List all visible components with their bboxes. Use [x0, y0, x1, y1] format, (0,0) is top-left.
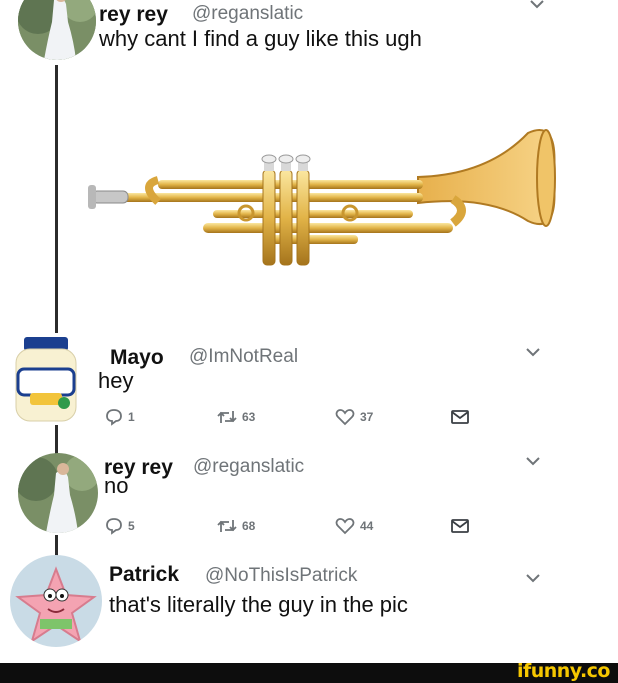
retweet-icon [217, 520, 237, 532]
reply-button[interactable]: 1 [105, 408, 135, 426]
trumpet-image [88, 128, 556, 266]
patrick-star-icon [10, 555, 102, 647]
thread-line [55, 65, 58, 333]
display-name[interactable]: Mayo [110, 346, 164, 370]
reply-icon [106, 518, 122, 535]
envelope-icon [451, 519, 469, 533]
retweet-button[interactable]: 63 [217, 408, 255, 426]
avatar[interactable] [10, 555, 102, 647]
like-button[interactable]: 37 [335, 408, 373, 426]
envelope-icon [451, 410, 469, 424]
message-button[interactable] [450, 408, 470, 426]
retweet-button[interactable]: 68 [217, 517, 255, 535]
retweet-count: 68 [242, 519, 256, 533]
reply-count: 1 [128, 410, 135, 424]
reply-icon [106, 409, 122, 426]
user-handle[interactable]: @reganslatic [192, 3, 303, 25]
watermark-bar: ifunny.co [0, 660, 618, 683]
display-name[interactable]: Patrick [109, 563, 179, 587]
user-handle[interactable]: @NoThisIsPatrick [205, 565, 357, 587]
thread-line [55, 425, 58, 455]
avatar[interactable] [18, 0, 96, 60]
mayonnaise-jar-icon [15, 337, 77, 422]
chevron-down-icon[interactable] [525, 457, 541, 467]
user-handle[interactable]: @ImNotReal [189, 346, 298, 368]
avatar[interactable] [0, 333, 92, 425]
chevron-down-icon[interactable] [525, 348, 541, 358]
heart-icon [335, 409, 355, 426]
retweet-count: 63 [242, 410, 256, 424]
tweet-actions: 5 68 44 [105, 517, 475, 539]
like-button[interactable]: 44 [335, 517, 373, 535]
tweet-text: no [104, 473, 129, 498]
ifunny-logo: ifunny.co [516, 660, 611, 682]
display-name[interactable]: rey rey [99, 3, 168, 27]
tweet-actions: 1 63 37 [105, 408, 475, 430]
heart-icon [335, 518, 355, 535]
woman-avatar-icon [18, 453, 98, 533]
like-count: 37 [360, 410, 374, 424]
retweet-icon [217, 411, 237, 423]
tweet-media[interactable] [88, 125, 558, 275]
chevron-down-icon[interactable] [525, 574, 541, 584]
user-handle[interactable]: @reganslatic [193, 456, 304, 478]
like-count: 44 [360, 519, 374, 533]
avatar[interactable] [18, 453, 98, 533]
tweet-text: that's literally the guy in the pic [109, 592, 408, 617]
reply-count: 5 [128, 519, 135, 533]
reply-button[interactable]: 5 [105, 517, 135, 535]
tweet-text: why cant I find a guy like this ugh [99, 26, 422, 51]
message-button[interactable] [450, 517, 470, 535]
tweet-text: hey [98, 368, 134, 393]
woman-avatar-icon [18, 0, 96, 60]
chevron-down-icon[interactable] [529, 0, 545, 10]
